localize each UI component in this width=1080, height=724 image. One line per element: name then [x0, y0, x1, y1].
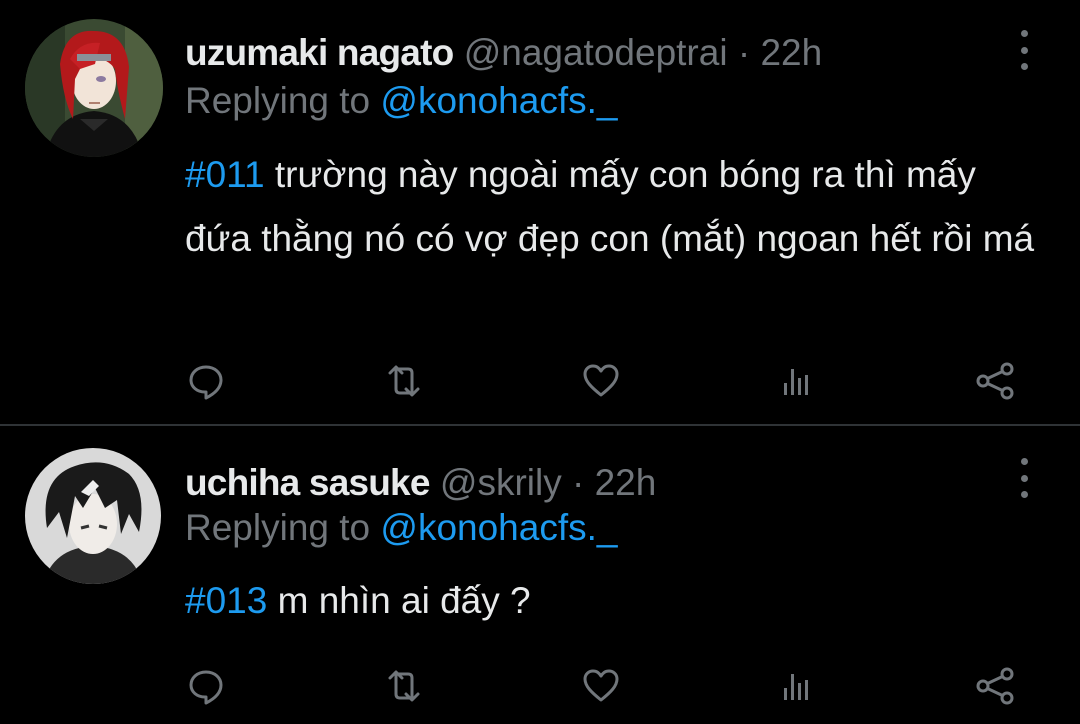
replying-to-mention[interactable]: @konohacfs._: [380, 507, 617, 548]
tweet-text: #013 m nhìn ai đấy ?: [185, 569, 1035, 633]
share-button[interactable]: [973, 664, 1017, 708]
tweet-body: m nhìn ai đấy ?: [277, 580, 531, 621]
user-handle[interactable]: @skrily: [440, 462, 562, 503]
reply-icon: [189, 670, 223, 705]
like-button[interactable]: [579, 664, 623, 708]
like-button[interactable]: [579, 359, 623, 403]
retweet-button[interactable]: [382, 359, 426, 403]
views-button[interactable]: [775, 359, 819, 403]
avatar-image-dark-hair: [25, 448, 161, 584]
avatar[interactable]: [25, 448, 161, 584]
like-icon: [583, 364, 619, 397]
like-icon: [583, 669, 619, 702]
tweet[interactable]: uzumaki nagato @nagatodeptrai · 22h Repl…: [0, 0, 1080, 424]
reply-button[interactable]: [184, 664, 228, 708]
retweet-icon: [388, 670, 420, 702]
display-name[interactable]: uzumaki nagato: [185, 32, 454, 73]
replying-to-mention[interactable]: @konohacfs._: [380, 80, 617, 121]
reply-icon: [189, 365, 223, 400]
tweet[interactable]: uchiha sasuke @skrily · 22h Replying to …: [0, 426, 1080, 724]
avatar[interactable]: [25, 19, 163, 157]
views-icon: [784, 674, 808, 700]
avatar-image-red-hair: [25, 19, 163, 157]
display-name[interactable]: uchiha sasuke: [185, 462, 430, 503]
share-icon: [976, 362, 1014, 400]
timestamp[interactable]: 22h: [760, 32, 822, 73]
replying-to-line: Replying to @konohacfs._: [185, 78, 617, 124]
replying-to-line: Replying to @konohacfs._: [185, 505, 617, 551]
separator-dot: ·: [737, 32, 751, 73]
retweet-icon: [388, 365, 420, 397]
tweet-header: uchiha sasuke @skrily · 22h: [185, 460, 656, 506]
reply-button[interactable]: [184, 359, 228, 403]
tweet-body: trường này ngoài mấy con bóng ra thì mấy…: [185, 154, 1035, 259]
separator-dot: ·: [572, 462, 585, 503]
retweet-button[interactable]: [382, 664, 426, 708]
views-icon: [784, 369, 808, 395]
tweet-text: #011 trường này ngoài mấy con bóng ra th…: [185, 143, 1035, 271]
share-icon: [976, 667, 1014, 705]
more-options-icon[interactable]: [1012, 458, 1036, 498]
user-handle[interactable]: @nagatodeptrai: [464, 32, 728, 73]
hashtag-link[interactable]: #011: [185, 154, 265, 195]
replying-to-label: Replying to: [185, 507, 371, 548]
share-button[interactable]: [973, 359, 1017, 403]
replying-to-label: Replying to: [185, 80, 371, 121]
hashtag-link[interactable]: #013: [185, 580, 267, 621]
tweet-header: uzumaki nagato @nagatodeptrai · 22h: [185, 30, 822, 76]
timestamp[interactable]: 22h: [595, 462, 657, 503]
views-button[interactable]: [775, 664, 819, 708]
more-options-icon[interactable]: [1012, 30, 1036, 70]
